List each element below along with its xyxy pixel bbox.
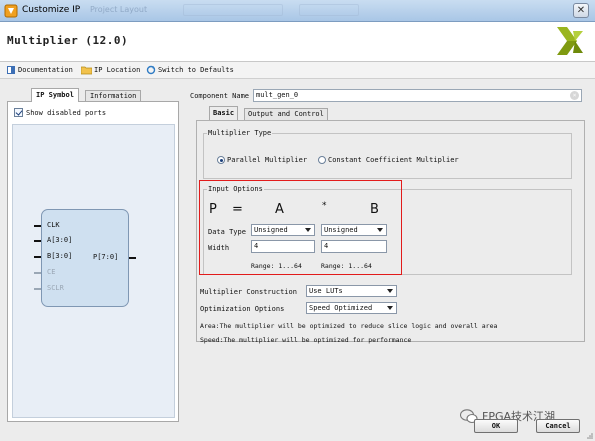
ip-name: Multiplier (12.0): [7, 34, 129, 47]
pin-p: P[7:0]: [93, 253, 119, 261]
switch-to-defaults-label: Switch to Defaults: [158, 66, 234, 74]
checkbox-checked[interactable]: [14, 108, 23, 117]
pin-line-clk: [34, 225, 41, 227]
resize-grip-icon[interactable]: [585, 431, 593, 439]
radio-unselected[interactable]: [318, 156, 326, 164]
radio-selected[interactable]: [217, 156, 225, 164]
tab-basic[interactable]: Basic: [209, 106, 239, 120]
folder-icon: [81, 66, 92, 75]
app-icon: [4, 4, 18, 18]
multiplier-construction-label: Multiplier Construction: [200, 288, 297, 296]
toolbar: Documentation IP Location Switch to Defa…: [0, 62, 595, 79]
pin-line-p: [129, 257, 136, 259]
close-button[interactable]: ✕: [573, 3, 589, 18]
multiplier-construction-value: Use LUTs: [309, 287, 343, 295]
refresh-icon: [146, 65, 156, 75]
highlight-annotation-box: [199, 180, 402, 275]
optimization-options-value: Speed Optimized: [309, 304, 373, 312]
title-bar: Customize IP Project Layout ✕: [0, 0, 595, 22]
radio-constant-coefficient-multiplier[interactable]: Constant Coefficient Multiplier: [318, 156, 459, 164]
background-window-tab: Project Layout: [90, 5, 148, 14]
pin-clk: CLK: [47, 221, 60, 229]
cancel-button[interactable]: Cancel: [536, 419, 580, 433]
pin-line-ce: [34, 272, 41, 274]
pin-b: B[3:0]: [47, 252, 73, 260]
book-icon: [7, 66, 15, 74]
component-name-input[interactable]: mult_gen_0: [253, 89, 582, 102]
pin-sclr: SCLR: [47, 284, 64, 292]
documentation-label: Documentation: [18, 66, 73, 74]
optimization-options-select[interactable]: Speed Optimized: [306, 302, 397, 314]
pin-line-b: [34, 256, 41, 258]
tab-ip-symbol[interactable]: IP Symbol: [31, 88, 79, 102]
constant-coefficient-multiplier-label: Constant Coefficient Multiplier: [328, 156, 459, 164]
ip-location-button[interactable]: IP Location: [81, 65, 140, 75]
clear-icon[interactable]: ×: [570, 91, 579, 100]
show-disabled-ports-checkbox[interactable]: Show disabled ports: [14, 108, 106, 117]
background-toolbar-shape: [299, 4, 359, 16]
chevron-down-icon: [387, 289, 393, 293]
background-toolbar-shape: [183, 4, 283, 16]
pin-line-a: [34, 240, 41, 242]
documentation-menu[interactable]: Documentation: [6, 65, 73, 75]
multiplier-type-legend: Multiplier Type: [207, 129, 273, 137]
radio-parallel-multiplier[interactable]: Parallel Multiplier: [217, 156, 307, 164]
ok-button[interactable]: OK: [474, 419, 518, 433]
parallel-multiplier-label: Parallel Multiplier: [227, 156, 308, 164]
multiplier-construction-select[interactable]: Use LUTs: [306, 285, 397, 297]
show-disabled-ports-label: Show disabled ports: [26, 108, 107, 117]
tab-output-and-control[interactable]: Output and Control: [244, 108, 328, 120]
chevron-down-icon: [387, 306, 393, 310]
pin-a: A[3:0]: [47, 236, 73, 244]
pin-line-sclr: [34, 288, 41, 290]
window-title: Customize IP: [22, 5, 81, 15]
optimization-options-label: Optimization Options: [200, 305, 285, 313]
left-tabs: IP Symbol Information: [7, 87, 179, 102]
component-name-label: Component Name: [190, 92, 250, 100]
ip-header: Multiplier (12.0): [0, 22, 595, 62]
speed-note: Speed:The multiplier will be optimized f…: [200, 336, 412, 344]
switch-to-defaults-button[interactable]: Switch to Defaults: [146, 65, 234, 75]
area-note: Area:The multiplier will be optimized to…: [200, 322, 498, 330]
xilinx-logo-icon: [557, 27, 583, 55]
ip-location-label: IP Location: [94, 66, 141, 74]
pin-ce: CE: [47, 268, 56, 276]
